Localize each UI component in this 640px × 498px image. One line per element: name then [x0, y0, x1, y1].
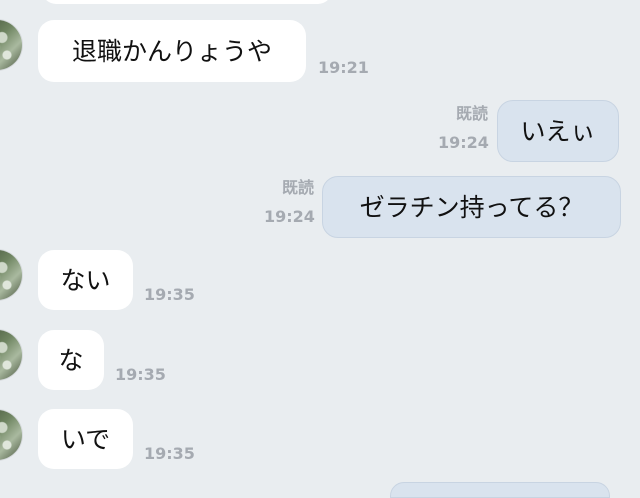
message-time: 19:35 [144, 444, 195, 463]
message-time: 19:35 [115, 365, 166, 384]
message-bubble-incoming[interactable]: な [38, 330, 104, 390]
message-text: ゼラチン持ってる？ [359, 192, 584, 222]
message-time: 19:24 [438, 133, 489, 152]
message-text: 退職かんりょうや [71, 36, 272, 66]
read-status: 既読 [455, 104, 488, 123]
message-bubble-incoming[interactable]: 退職かんりょうや [38, 20, 306, 82]
avatar[interactable] [0, 250, 22, 300]
message-text: いで [60, 424, 111, 454]
message-time: 19:24 [264, 207, 315, 226]
message-bubble-incoming[interactable]: ない [38, 250, 133, 310]
next-message-bubble[interactable] [390, 482, 610, 498]
message-text: いえぃ [520, 116, 596, 146]
message-bubble-outgoing[interactable]: ゼラチン持ってる？ [322, 176, 621, 238]
avatar[interactable] [0, 410, 22, 460]
message-bubble-incoming[interactable]: いで [38, 409, 133, 469]
message-time: 19:35 [144, 285, 195, 304]
message-time: 19:21 [318, 58, 369, 77]
message-bubble-outgoing[interactable]: いえぃ [497, 100, 619, 162]
message-text: ない [60, 265, 111, 295]
avatar[interactable] [0, 330, 22, 380]
previous-message-bubble[interactable] [42, 0, 332, 4]
avatar[interactable] [0, 20, 22, 70]
message-text: な [58, 345, 84, 375]
chat-thread: 退職かんりょうや 19:21 既読 19:24 いえぃ 既読 19:24 ゼラチ… [0, 0, 640, 498]
read-status: 既読 [281, 178, 314, 197]
